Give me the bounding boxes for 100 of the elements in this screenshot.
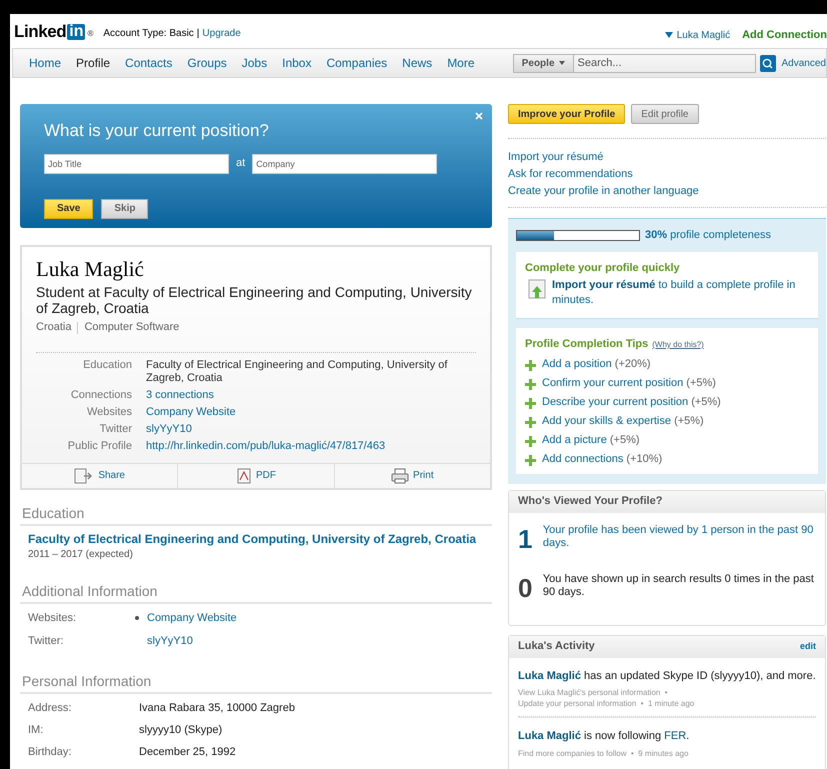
info-label: Websites: xyxy=(27,612,78,625)
stat-count: 0 xyxy=(518,574,534,600)
document-icon xyxy=(236,468,252,484)
user-menu[interactable]: Luka Maglić xyxy=(676,28,730,42)
card-title: Profile Completion Tips xyxy=(525,337,648,352)
field-link[interactable]: http://hr.linkedin.com/pub/luka-maglić/47/817/463 xyxy=(146,440,386,453)
field-label: Connections xyxy=(70,388,132,402)
tip-item[interactable]: Confirm your current position (+5%) xyxy=(542,376,716,390)
separator: | xyxy=(196,26,200,40)
card-title: Complete your profile quickly xyxy=(525,260,681,276)
info-label: Twitter: xyxy=(27,634,64,648)
add-connection-link[interactable]: Add Connection xyxy=(742,26,827,44)
completeness-label: 30% profile completeness xyxy=(645,228,771,243)
caret-icon xyxy=(558,61,565,65)
info-link[interactable]: Company Website xyxy=(147,612,237,625)
print-button[interactable]: Print xyxy=(334,464,490,488)
info-label: IM: xyxy=(27,724,44,737)
plus-icon xyxy=(525,398,536,408)
field-link[interactable]: slyYyY10 xyxy=(146,422,192,436)
activity-text: Luka Maglić is now following FER. xyxy=(518,729,690,744)
tip-item[interactable]: Add a picture (+5%) xyxy=(542,434,640,446)
tip-item[interactable]: Describe your current position (+5%) xyxy=(542,396,721,408)
info-value: slyyyy10 (Skype) xyxy=(139,724,222,737)
account-type: Account Type: Basic xyxy=(103,26,194,40)
field-link[interactable]: 3 connections xyxy=(146,388,214,402)
industry: Computer Software xyxy=(84,320,180,336)
info-label: Address: xyxy=(27,702,72,715)
activity-text: Luka Maglić has an updated Skype ID (slyyyy10), and more. xyxy=(518,668,816,684)
pdf-button[interactable]: PDF xyxy=(177,464,334,488)
activity-meta: Find more companies to follow • 9 minutes ago xyxy=(518,748,690,758)
field-label: Education xyxy=(82,358,132,373)
plus-icon xyxy=(525,416,536,428)
nav-tab[interactable]: News xyxy=(402,54,432,72)
share-icon xyxy=(74,468,94,484)
edit-link[interactable]: edit xyxy=(800,640,816,654)
sidebar-link[interactable]: Create your profile in another language xyxy=(508,185,826,198)
nav-tab[interactable]: Groups xyxy=(187,54,227,72)
school-link[interactable]: Faculty of Electrical Engineering and Computing, University of Zagreb, Croatia xyxy=(20,532,492,547)
panel-title: Luka's Activity xyxy=(518,639,595,654)
why-link[interactable]: (Why do this?) xyxy=(652,339,704,351)
nav-tab[interactable]: Home xyxy=(29,54,62,72)
search-scope-dropdown[interactable]: People xyxy=(512,54,574,72)
tip-item[interactable]: Add your skills & expertise (+5%) xyxy=(542,414,704,428)
nav-tab[interactable]: Companies xyxy=(326,54,388,72)
nav-tab[interactable]: Jobs xyxy=(242,54,268,72)
activity-meta: View Luka Maglić's personal information • xyxy=(518,687,669,698)
caret-icon xyxy=(664,32,673,38)
plus-icon xyxy=(525,360,536,370)
panel-title: Who's Viewed Your Profile? xyxy=(509,490,825,512)
field-label: Public Profile xyxy=(66,440,132,453)
import-resume-link[interactable]: Import your résumé xyxy=(552,279,656,291)
field-label: Websites xyxy=(86,406,132,419)
info-value: December 25, 1992 xyxy=(139,746,236,759)
tip-item[interactable]: Add connections (+10%) xyxy=(542,452,662,466)
profile-headline: Student at Faculty of Electrical Engineering and Computing, University of Zagreb, Croatia xyxy=(36,284,473,316)
company-link[interactable]: FER xyxy=(664,730,686,742)
close-button[interactable] xyxy=(474,111,484,121)
printer-icon xyxy=(391,468,410,484)
bullet-icon xyxy=(135,616,139,620)
section-heading: Personal Information xyxy=(20,672,492,694)
plus-icon xyxy=(525,378,536,390)
actor-link[interactable]: Luka Maglić xyxy=(518,730,581,742)
education-dates: 2011 – 2017 (expected) xyxy=(27,548,134,562)
stat-text[interactable]: Your profile has been viewed by 1 person in the past 90 days. xyxy=(542,524,816,550)
advanced-search-link[interactable]: Advanced xyxy=(782,56,826,70)
plus-icon xyxy=(525,454,536,466)
tip-item[interactable]: Add a position (+20%) xyxy=(542,358,651,370)
sidebar-link[interactable]: Import your résumé xyxy=(508,151,826,164)
nav-tab[interactable]: Inbox xyxy=(282,54,312,72)
activity-meta: Update your personal information • 1 minute ago xyxy=(518,698,696,709)
location: Croatia xyxy=(36,320,72,336)
nav-tab[interactable]: Profile xyxy=(76,54,110,72)
info-label: Birthday: xyxy=(27,746,72,759)
nav-tab[interactable]: Contacts xyxy=(125,54,172,72)
save-button[interactable]: Save xyxy=(44,198,94,218)
quick-complete-text: Import your résumé to build a complete profile in minutes. xyxy=(552,278,796,308)
search-button[interactable] xyxy=(760,54,776,72)
edit-profile-button[interactable]: Edit profile xyxy=(631,104,698,124)
improve-profile-button[interactable]: Improve your Profile xyxy=(508,104,626,124)
skip-button[interactable]: Skip xyxy=(101,198,148,218)
field-value: Faculty of Electrical Engineering and Computing, University of Zagreb, Croatia xyxy=(146,358,448,385)
nav-tab[interactable]: More xyxy=(447,54,475,72)
stat-text: You have shown up in search results 0 times in the past 90 days. xyxy=(542,572,815,598)
section-heading: Additional Information xyxy=(20,582,492,604)
actor-link[interactable]: Luka Maglić xyxy=(518,670,581,682)
logo[interactable]: Linked in ® xyxy=(14,22,94,40)
field-link[interactable]: Company Website xyxy=(146,406,236,419)
section-heading: Education xyxy=(20,504,492,526)
info-link[interactable]: slyYyY10 xyxy=(147,634,193,648)
stat-count: 1 xyxy=(518,526,534,552)
company-field[interactable]: Company xyxy=(252,154,438,174)
profile-name: Luka Maglić xyxy=(36,256,145,282)
job-title-field[interactable]: Job Title xyxy=(44,154,229,174)
sidebar-link[interactable]: Ask for recommendations xyxy=(508,168,826,181)
upgrade-link[interactable]: Upgrade xyxy=(202,26,241,40)
field-label: Twitter xyxy=(98,422,132,436)
share-button[interactable]: Share xyxy=(22,464,178,488)
info-value: Ivana Rabara 35, 10000 Zagreb xyxy=(139,702,295,715)
at-label: at xyxy=(236,156,246,172)
search-field[interactable]: Search... xyxy=(574,54,756,72)
